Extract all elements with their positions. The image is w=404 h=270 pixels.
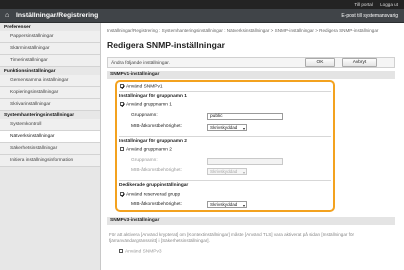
ok-button[interactable]: OK	[305, 58, 335, 67]
dedicated-title: Dedikerade gruppinställningar	[119, 183, 189, 188]
checkbox-checked-icon	[120, 102, 124, 106]
group1-name-label: Gruppnamn:	[131, 113, 158, 118]
divider	[119, 91, 331, 92]
sidebar-item-timer[interactable]: Timerinställningar	[0, 55, 100, 67]
snmpv3-note: För att aktivera [Använd krypterat] om […	[109, 232, 355, 243]
sidebar-item-system-control[interactable]: Systemkontroll	[0, 119, 100, 131]
mib1-select[interactable]: Skrivskyddad ▾	[207, 124, 247, 131]
snmpv3-section-header: SNMPv3-inställningar	[107, 217, 395, 225]
top-bar: Till portal Logga ut	[0, 0, 404, 9]
app-title: Inställningar/Registrering	[16, 12, 99, 19]
cancel-button[interactable]: Avbryt	[342, 58, 377, 67]
sidebar-item-common[interactable]: Gemensamma inställningar	[0, 75, 100, 87]
sidebar-item-paper[interactable]: Pappersinställningar	[0, 31, 100, 43]
mib1-value: Skrivskyddad	[210, 125, 238, 130]
sidebar: Preferenser Pappersinställningar Skärmin…	[0, 23, 101, 270]
use-dedicated-label: Använd reserverad grupp	[126, 192, 181, 198]
breadcrumb: Inställningar/Registrering : Systemhante…	[107, 28, 379, 33]
use-dedicated-checkbox[interactable]: Använd reserverad grupp	[120, 192, 180, 198]
sidebar-item-printer[interactable]: Skrivarinställningar	[0, 99, 100, 111]
sidebar-item-copy[interactable]: Kopieringsinställningar	[0, 87, 100, 99]
mib3-select[interactable]: Skrivskyddad ▾	[207, 201, 247, 208]
checkbox-unchecked-icon	[119, 249, 123, 253]
checkbox-checked-icon	[120, 192, 124, 196]
sidebar-item-display[interactable]: Skärminställningar	[0, 43, 100, 55]
chevron-down-icon: ▾	[242, 169, 245, 175]
use-snmpv3-checkbox[interactable]: Använd SNMPv3	[119, 249, 162, 255]
use-group2-label: Använd gruppnamn 2	[126, 147, 172, 153]
portal-link[interactable]: Till portal	[354, 2, 372, 7]
divider	[119, 136, 331, 137]
sidebar-item-initialize[interactable]: Initiera inställningsinformation	[0, 155, 100, 167]
sidebar-group-system: Systemhanteringsinställningar	[4, 113, 75, 118]
logout-link[interactable]: Logga ut	[380, 2, 398, 7]
mib3-value: Skrivskyddad	[210, 202, 238, 207]
mib2-value: Skrivskyddad	[210, 169, 238, 174]
group2-name-label: Gruppnamn:	[131, 158, 158, 163]
mib2-select[interactable]: Skrivskyddad ▾	[207, 168, 247, 175]
mib1-label: MIB-åtkomstbehörighet:	[131, 124, 182, 129]
page-title: Redigera SNMP-inställningar	[107, 40, 225, 50]
mail-admin-link[interactable]: E-post till systemansvarig	[341, 13, 398, 19]
use-group1-label: Använd gruppnamn 1	[126, 102, 172, 108]
use-snmpv1-label: Använd SNMPv1	[126, 84, 163, 90]
group1-title: Inställningar för gruppnamn 1	[119, 94, 187, 99]
group2-title: Inställningar för gruppnamn 2	[119, 139, 187, 144]
sidebar-item-security[interactable]: Säkerhetsinställningar	[0, 143, 100, 155]
group2-name-input[interactable]	[207, 158, 283, 165]
mib3-label: MIB-åtkomstbehörighet:	[131, 202, 182, 207]
group1-name-input[interactable]: public	[207, 113, 283, 120]
snmpv1-section-header: SNMPv1-inställningar	[107, 71, 395, 79]
change-label: Ändra följande inställningar.	[111, 61, 170, 66]
use-group1-checkbox[interactable]: Använd gruppnamn 1	[120, 102, 172, 108]
chevron-down-icon: ▾	[242, 202, 245, 208]
checkbox-unchecked-icon	[120, 147, 124, 151]
use-group2-checkbox[interactable]: Använd gruppnamn 2	[120, 147, 172, 153]
home-icon[interactable]: ⌂	[5, 12, 13, 19]
divider	[119, 180, 331, 181]
chevron-down-icon: ▾	[242, 125, 245, 131]
sidebar-group-preferences: Preferenser	[4, 25, 31, 30]
sidebar-group-functions: Funktionsinställningar	[4, 69, 56, 74]
title-bar: ⌂ Inställningar/Registrering E-post till…	[0, 9, 404, 23]
sidebar-item-network[interactable]: Nätverksinställningar	[0, 131, 100, 143]
mib2-label: MIB-åtkomstbehörighet:	[131, 168, 182, 173]
use-snmpv3-label: Använd SNMPv3	[125, 249, 162, 255]
use-snmpv1-checkbox[interactable]: Använd SNMPv1	[120, 84, 163, 90]
checkbox-checked-icon	[120, 84, 124, 88]
